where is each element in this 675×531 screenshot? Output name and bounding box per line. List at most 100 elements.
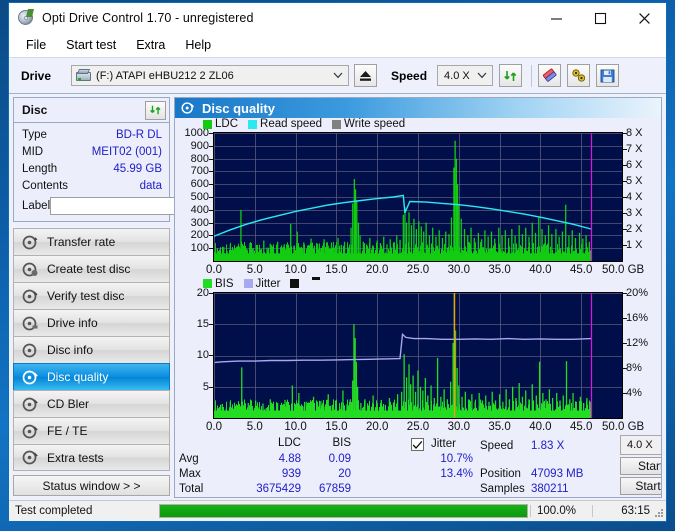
bis-chart-legend: BIS Jitter — [203, 277, 321, 290]
speed-stat-value: 1.83 X — [531, 440, 565, 452]
y2-tick-mark — [623, 292, 627, 294]
disc-info-rows: Type BD-R DL MID MEIT02 (001) Length 45.… — [14, 123, 253, 221]
jitter-checkbox[interactable] — [411, 438, 424, 451]
disc-row-key: MID — [22, 146, 44, 158]
y2-tick-mark — [623, 181, 627, 182]
sidebar-item-disc-quality[interactable]: Disc quality — [13, 363, 170, 390]
sidebar-item-label: FE / TE — [47, 424, 88, 438]
window-title: Opti Drive Control 1.70 - unregistered — [42, 11, 254, 25]
sidebar-item-label: Disc info — [47, 343, 94, 357]
sidebar-item-cd-bler[interactable]: CD Bler — [13, 390, 170, 417]
y-tick-label: 100 — [190, 242, 209, 255]
speed-select[interactable]: 4.0 X — [437, 65, 494, 86]
legend-entry: BIS — [203, 278, 234, 290]
maximize-icon[interactable] — [578, 3, 622, 33]
refresh-button[interactable] — [499, 64, 523, 87]
x-tick-label: 10.0 — [284, 264, 307, 276]
stats-header-ldc: LDC — [277, 437, 301, 449]
disc-row-key: Length — [22, 163, 58, 175]
bis-plot-area[interactable] — [213, 291, 623, 419]
x-tick-label: 5.0 — [246, 420, 263, 433]
sidebar-item-transfer-rate[interactable]: Transfer rate — [13, 228, 170, 255]
y2-tick-label: 7 X — [626, 143, 643, 155]
speed-label: Speed — [391, 68, 428, 83]
legend-swatch — [203, 119, 212, 129]
x-tick-label: 40.0 — [529, 420, 552, 433]
y2-tick-mark — [623, 197, 627, 198]
x-tick-label: 10.0 — [284, 420, 307, 433]
y2-tick-label: 4 X — [626, 191, 643, 203]
y-tick-label: 5 — [202, 380, 209, 393]
legend-swatch — [248, 119, 258, 129]
sidebar-item-drive-info[interactable]: Drive info — [13, 309, 170, 336]
status-window-button[interactable]: Status window > > — [13, 475, 170, 496]
sidebar-item-fe-te[interactable]: FE / TE — [13, 417, 170, 444]
x-tick-label: 50.0 GB — [602, 264, 645, 276]
menu-item-file[interactable]: File — [17, 36, 55, 54]
eraser-icon — [542, 68, 557, 82]
stats-label-avg: Avg — [179, 453, 199, 465]
close-icon[interactable] — [622, 3, 666, 33]
sidebar-item-extra-tests[interactable]: Extra tests — [13, 444, 170, 471]
y-tick-mark — [209, 171, 213, 173]
progress-bar-fill — [160, 505, 527, 517]
y-tick-mark — [209, 222, 213, 224]
minimize-icon[interactable] — [534, 3, 578, 33]
sidebar-item-verify-test-disc[interactable]: Verify test disc — [13, 282, 170, 309]
resize-grip[interactable] — [654, 509, 664, 519]
legend-swatch — [290, 279, 300, 289]
menu-item-start-test[interactable]: Start test — [57, 36, 125, 54]
speed-stat-label: Speed — [480, 440, 514, 452]
disc-label-key: Label — [22, 200, 51, 212]
tools-button[interactable] — [567, 64, 591, 87]
disc-label-row: Label — [22, 196, 253, 216]
y-tick-label: 15 — [196, 318, 209, 331]
tools-icon — [571, 69, 585, 82]
x-tick-label: 45.0 — [569, 420, 593, 433]
y-tick-mark — [209, 209, 213, 211]
disc-refresh-button[interactable] — [145, 100, 166, 120]
disc-panel-header: Disc — [14, 98, 169, 123]
content-area: Disc quality LDC Read speed Write speed 10… — [174, 94, 666, 500]
y2-tick-label: 20% — [626, 286, 649, 299]
y2-tick-mark — [623, 165, 627, 166]
stats-area: LDC BIS Avg Max Total 4.88 939 3675429 0… — [175, 435, 661, 497]
x-tick-label: 25.0 — [406, 264, 430, 276]
sidebar-item-disc-info[interactable]: Disc info — [13, 336, 170, 363]
legend-entry: LDC — [203, 118, 238, 130]
y-tick-mark — [209, 386, 213, 388]
legend-label: LDC — [215, 118, 239, 130]
sidebar-item-create-test-disc[interactable]: Create test disc — [13, 255, 170, 282]
drive-select[interactable]: (F:) ATAPI eHBU212 2 ZL06 — [71, 65, 350, 86]
x-tick-label: 25.0 — [406, 420, 430, 433]
y-tick-label: 200 — [190, 229, 209, 242]
y-tick-mark — [209, 248, 213, 250]
legend-entry: Write speed — [332, 118, 405, 130]
eject-button[interactable] — [354, 64, 378, 87]
y2-tick-mark — [623, 133, 627, 134]
start-part-button[interactable]: Start part — [620, 477, 661, 495]
legend-label: Write speed — [344, 118, 406, 130]
y2-tick-label: 8% — [626, 361, 642, 374]
stats-bis-total: 67859 — [319, 483, 351, 495]
menu-item-extra[interactable]: Extra — [127, 36, 174, 54]
y-tick-label: 900 — [190, 139, 209, 152]
stats-label-max: Max — [179, 468, 201, 480]
legend-label: Read speed — [260, 118, 323, 130]
y-tick-mark — [209, 235, 213, 237]
save-button[interactable] — [596, 64, 620, 87]
x-tick-label: 35.0 — [488, 420, 511, 433]
disc-write-icon — [22, 262, 39, 277]
menu-bar: File Start test Extra Help — [9, 33, 666, 57]
erase-button[interactable] — [538, 64, 562, 87]
nav-list: Transfer rate Create test disc Verify te… — [13, 228, 170, 471]
start-full-button[interactable]: Start full — [620, 457, 661, 475]
menu-item-help[interactable]: Help — [176, 36, 220, 54]
y2-tick-label: 3 X — [626, 207, 643, 219]
test-speed-select[interactable]: 4.0 X — [620, 435, 661, 455]
y-tick-label: 10 — [196, 349, 209, 362]
legend-entry: Read speed — [248, 118, 322, 130]
refresh-icon — [504, 70, 517, 81]
ldc-plot-area[interactable] — [213, 132, 623, 262]
chevron-down-icon — [333, 66, 343, 85]
